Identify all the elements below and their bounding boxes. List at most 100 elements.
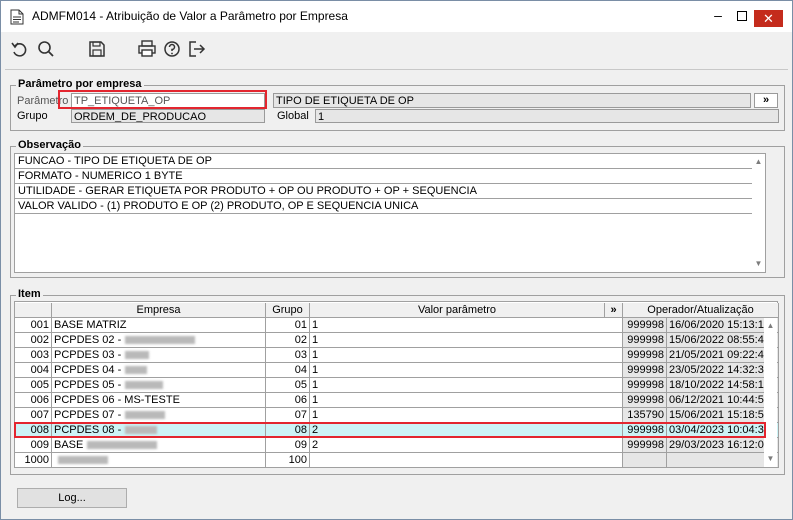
grupo-cell-text: 09 bbox=[294, 439, 307, 451]
atualizacao-cell: 29/03/2023 16:12:07 bbox=[667, 438, 779, 453]
col-header-operador[interactable]: Operador/Atualização bbox=[623, 303, 779, 318]
atualizacao-cell bbox=[667, 453, 779, 468]
col-header-grupo[interactable]: Grupo bbox=[266, 303, 310, 318]
table-row[interactable]: 1000 100 bbox=[15, 453, 779, 468]
selected-row-highlight bbox=[14, 422, 766, 438]
exit-button[interactable] bbox=[187, 38, 207, 60]
parametro-lookup-button[interactable]: » bbox=[754, 93, 778, 108]
atualizacao-cell-text: 21/05/2021 09:22:48 bbox=[669, 349, 770, 361]
search-button[interactable] bbox=[36, 38, 56, 60]
operador-cell-text: 999998 bbox=[627, 349, 664, 361]
scroll-down-icon[interactable]: ▼ bbox=[764, 453, 777, 465]
valor-cell-text: 1 bbox=[312, 394, 319, 406]
valor-cell-text: 2 bbox=[312, 439, 319, 451]
grupo-cell-text: 05 bbox=[294, 379, 307, 391]
atualizacao-cell-text: 23/05/2022 14:32:36 bbox=[669, 364, 770, 376]
valor-cell[interactable]: 2 bbox=[310, 438, 623, 453]
operador-cell: 135790 bbox=[623, 408, 667, 423]
row-number-text: 006 bbox=[30, 394, 49, 406]
valor-cell[interactable]: 1 bbox=[310, 408, 623, 423]
operador-cell: 999998 bbox=[623, 318, 667, 333]
empresa-cell: PCPDES 04 - bbox=[52, 363, 266, 378]
col-header-valor[interactable]: Valor parâmetro bbox=[310, 303, 605, 318]
grupo-cell: 01 bbox=[266, 318, 310, 333]
valor-cell[interactable] bbox=[310, 453, 623, 468]
row-number-text: 004 bbox=[30, 364, 49, 376]
save-icon bbox=[89, 41, 105, 57]
grupo-cell: 02 bbox=[266, 333, 310, 348]
empresa-cell-text: PCPDES 07 - bbox=[54, 409, 122, 421]
table-row[interactable]: 002 PCPDES 02 - 02 1 999998 15/06/2022 08:55:… bbox=[15, 333, 779, 348]
empresa-cell: BASE bbox=[52, 438, 266, 453]
minimize-button[interactable]: – bbox=[705, 6, 731, 26]
col-header-empresa[interactable]: Empresa bbox=[52, 303, 266, 318]
empresa-cell-text: PCPDES 06 - MS-TESTE bbox=[54, 394, 180, 406]
valor-cell[interactable]: 1 bbox=[310, 363, 623, 378]
redacted-text bbox=[125, 351, 150, 360]
table-row[interactable]: 007 PCPDES 07 - 07 1 135790 15/06/2021 15:18:… bbox=[15, 408, 779, 423]
table-row[interactable]: 001 BASE MATRIZ 01 1 999998 16/06/2020 15:13:… bbox=[15, 318, 779, 333]
atualizacao-cell: 15/06/2021 15:18:53 bbox=[667, 408, 779, 423]
scroll-up-icon[interactable]: ▲ bbox=[764, 320, 777, 332]
operador-cell-text: 999998 bbox=[627, 334, 664, 346]
print-button[interactable] bbox=[137, 38, 157, 60]
scroll-up-icon[interactable]: ▲ bbox=[752, 156, 765, 168]
observacao-scrollbar[interactable]: ▲ ▼ bbox=[752, 154, 765, 272]
row-number: 003 bbox=[15, 348, 52, 363]
row-number: 002 bbox=[15, 333, 52, 348]
valor-cell[interactable]: 1 bbox=[310, 318, 623, 333]
grupo-cell-text: 100 bbox=[288, 454, 307, 466]
grupo-cell-text: 02 bbox=[294, 334, 307, 346]
valor-cell-text: 1 bbox=[312, 319, 319, 331]
row-number: 004 bbox=[15, 363, 52, 378]
table-row[interactable]: 004 PCPDES 04 - 04 1 999998 23/05/2022 14:32:… bbox=[15, 363, 779, 378]
redacted-text bbox=[125, 381, 164, 390]
title-bar: ADMFM014 - Atribuição de Valor a Parâmet… bbox=[1, 1, 792, 32]
parametro-highlight bbox=[58, 90, 267, 109]
grupo-cell: 04 bbox=[266, 363, 310, 378]
operador-cell-text: 999998 bbox=[627, 319, 664, 331]
row-number-text: 005 bbox=[30, 379, 49, 391]
empresa-cell-text: BASE bbox=[54, 439, 84, 451]
table-row[interactable]: 009 BASE 09 2 999998 29/03/2023 16:12:07 bbox=[15, 438, 779, 453]
valor-cell[interactable]: 1 bbox=[310, 333, 623, 348]
redacted-text bbox=[125, 366, 148, 375]
col-header-expand[interactable]: » bbox=[605, 303, 623, 318]
empresa-cell-text: PCPDES 05 - bbox=[54, 379, 122, 391]
save-button[interactable] bbox=[87, 38, 107, 60]
scroll-down-icon[interactable]: ▼ bbox=[752, 258, 765, 270]
close-button[interactable]: ✕ bbox=[754, 10, 783, 27]
minimize-icon: – bbox=[714, 7, 722, 23]
log-button[interactable]: Log... bbox=[17, 488, 127, 508]
operador-cell: 999998 bbox=[623, 393, 667, 408]
maximize-button[interactable] bbox=[729, 6, 755, 26]
valor-cell[interactable]: 1 bbox=[310, 378, 623, 393]
atualizacao-cell: 18/10/2022 14:58:15 bbox=[667, 378, 779, 393]
item-grid: Empresa Grupo Valor parâmetro » Operador… bbox=[14, 301, 779, 468]
window-title: ADMFM014 - Atribuição de Valor a Parâmet… bbox=[32, 9, 348, 23]
table-row[interactable]: 006 PCPDES 06 - MS-TESTE 06 1 999998 06/12/20… bbox=[15, 393, 779, 408]
atualizacao-cell-text: 29/03/2023 16:12:07 bbox=[669, 439, 770, 451]
grupo-cell-text: 01 bbox=[294, 319, 307, 331]
empresa-cell: PCPDES 07 - bbox=[52, 408, 266, 423]
observacao-line: FORMATO - NUMERICO 1 BYTE bbox=[15, 169, 753, 184]
valor-cell[interactable]: 1 bbox=[310, 348, 623, 363]
search-icon bbox=[38, 41, 54, 57]
row-number: 001 bbox=[15, 318, 52, 333]
row-number-text: 009 bbox=[30, 439, 49, 451]
table-row[interactable]: 005 PCPDES 05 - 05 1 999998 18/10/2022 14:58:… bbox=[15, 378, 779, 393]
item-scrollbar[interactable]: ▲ ▼ bbox=[764, 318, 777, 467]
observacao-memo[interactable]: FUNCAO - TIPO DE ETIQUETA DE OP FORMATO … bbox=[14, 153, 766, 273]
row-number-text: 002 bbox=[30, 334, 49, 346]
undo-button[interactable] bbox=[10, 38, 30, 60]
valor-cell[interactable]: 1 bbox=[310, 393, 623, 408]
operador-cell-text: 135790 bbox=[627, 409, 664, 421]
row-number-text: 001 bbox=[30, 319, 49, 331]
atualizacao-cell: 15/06/2022 08:55:47 bbox=[667, 333, 779, 348]
table-row[interactable]: 003 PCPDES 03 - 03 1 999998 21/05/2021 09:22:… bbox=[15, 348, 779, 363]
col-header-num bbox=[15, 303, 52, 318]
app-window: ADMFM014 - Atribuição de Valor a Parâmet… bbox=[0, 0, 793, 520]
help-button[interactable] bbox=[162, 38, 182, 60]
help-icon bbox=[164, 41, 180, 57]
atualizacao-cell-text: 15/06/2022 08:55:47 bbox=[669, 334, 770, 346]
